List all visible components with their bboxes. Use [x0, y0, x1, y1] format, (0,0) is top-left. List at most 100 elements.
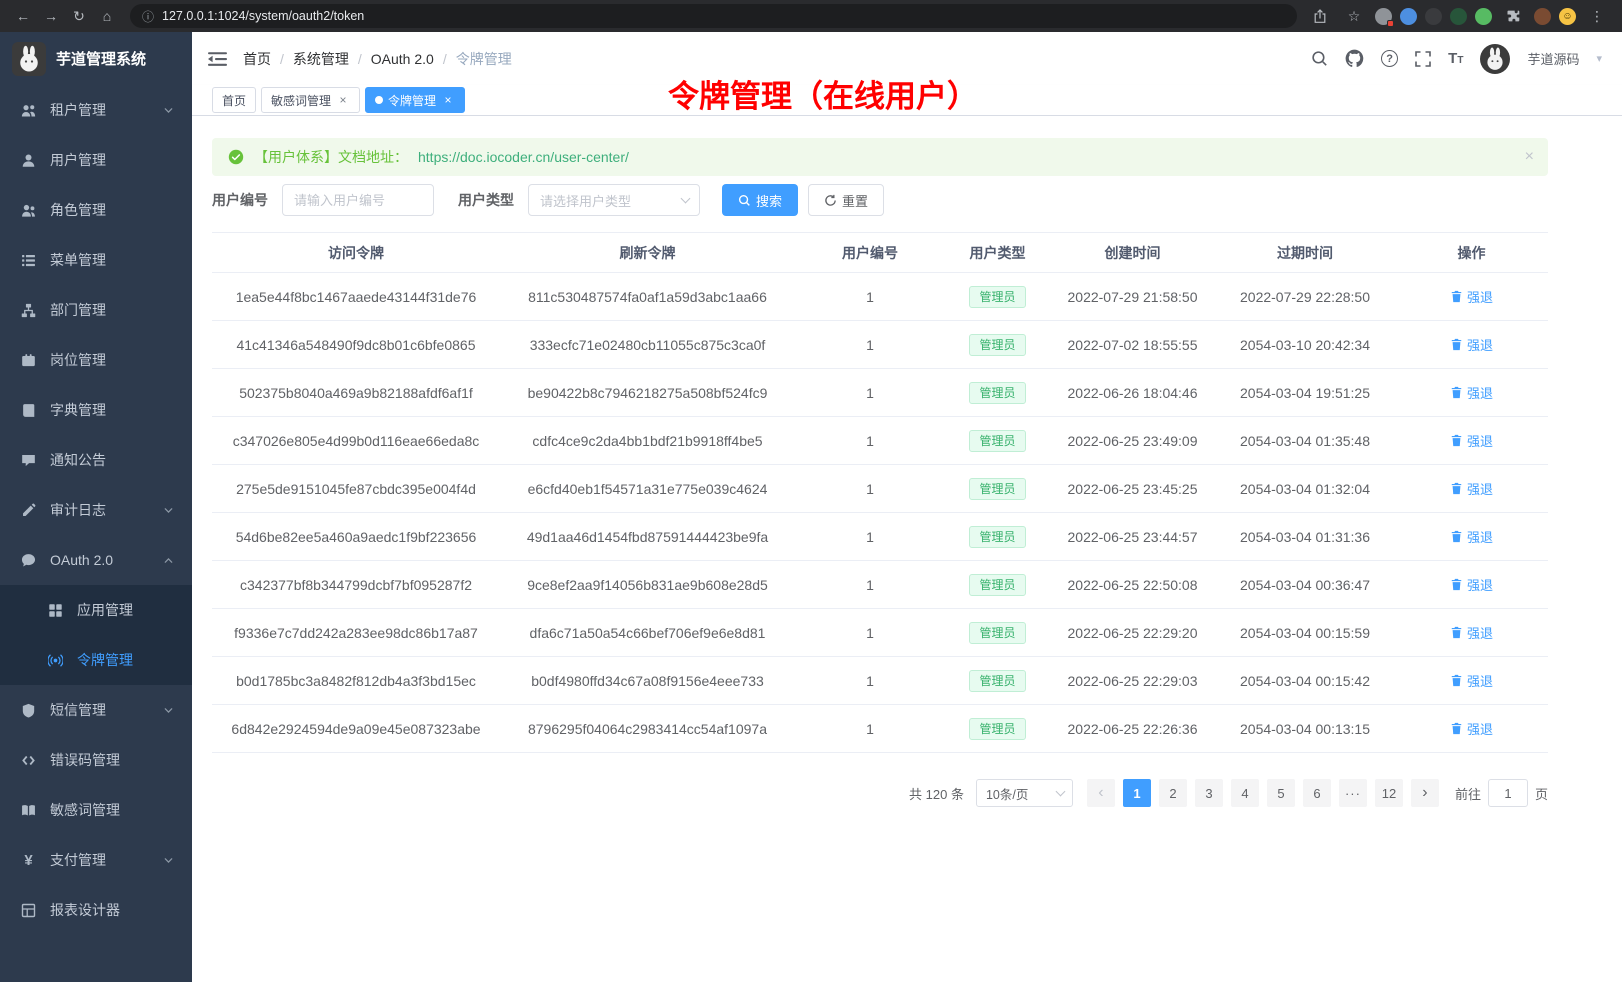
close-alert-icon[interactable]: × [1525, 148, 1534, 166]
browser-url-bar[interactable]: ⓘ 127.0.0.1:1024/system/oauth2/token [130, 4, 1297, 28]
search-icon[interactable] [1311, 50, 1328, 67]
sidebar-item-post[interactable]: 岗位管理 [0, 335, 192, 385]
sidebar-item-user[interactable]: 用户管理 [0, 135, 192, 185]
force-logout-button[interactable]: 强退 [1450, 527, 1493, 546]
sidebar-item-pay[interactable]: ¥ 支付管理 [0, 835, 192, 885]
tab-home[interactable]: 首页 [212, 87, 256, 113]
force-logout-button[interactable]: 强退 [1450, 575, 1493, 594]
browser-menu-icon[interactable]: ⋮ [1584, 4, 1610, 28]
chevron-down-icon[interactable]: ▾ [1596, 52, 1602, 65]
force-logout-button[interactable]: 强退 [1450, 719, 1493, 738]
help-icon[interactable]: ? [1381, 50, 1398, 67]
pay-icon: ¥ [20, 852, 37, 869]
extension-icon[interactable] [1400, 8, 1417, 25]
breadcrumb-home[interactable]: 首页 [243, 49, 271, 69]
extension-icon[interactable] [1450, 8, 1467, 25]
fullscreen-icon[interactable] [1415, 51, 1431, 67]
user-type-badge: 管理员 [969, 622, 1025, 644]
extension-icon[interactable] [1425, 8, 1442, 25]
page-button-12[interactable]: 12 [1375, 779, 1403, 807]
goto-page-input[interactable] [1488, 779, 1528, 807]
breadcrumb-current: 令牌管理 [456, 49, 512, 69]
user-avatar[interactable] [1480, 44, 1510, 74]
sidebar-item-notice[interactable]: 通知公告 [0, 435, 192, 485]
force-logout-button[interactable]: 强退 [1450, 335, 1493, 354]
sidebar-item-label: 租户管理 [50, 100, 163, 120]
page-button-3[interactable]: 3 [1195, 779, 1223, 807]
extension-icon[interactable] [1534, 8, 1551, 25]
cell-user-type: 管理员 [945, 705, 1050, 753]
browser-profile-avatar[interactable]: ☺ [1559, 8, 1576, 25]
force-logout-button[interactable]: 强退 [1450, 431, 1493, 450]
browser-forward-icon[interactable]: → [38, 4, 64, 28]
font-size-icon[interactable]: TT [1448, 51, 1463, 66]
cell-created-time: 2022-07-29 21:58:50 [1050, 273, 1215, 321]
sidebar-item-report-designer[interactable]: 报表设计器 [0, 885, 192, 935]
force-logout-button[interactable]: 强退 [1450, 479, 1493, 498]
page-ellipsis[interactable]: ··· [1339, 779, 1367, 807]
share-icon[interactable] [1307, 4, 1333, 28]
force-logout-button[interactable]: 强退 [1450, 623, 1493, 642]
sidebar-item-oauth2[interactable]: OAuth 2.0 [0, 535, 192, 585]
browser-back-icon[interactable]: ← [10, 4, 36, 28]
tab-label: 首页 [222, 92, 246, 109]
cell-refresh-token: b0df4980ffd34c67a08f9156e4eee733 [500, 657, 795, 705]
page-button-5[interactable]: 5 [1267, 779, 1295, 807]
page-button-2[interactable]: 2 [1159, 779, 1187, 807]
extensions-puzzle-icon[interactable] [1500, 4, 1526, 28]
breadcrumb-separator: / [358, 51, 362, 67]
sidebar-item-oauth2-app[interactable]: 应用管理 [0, 585, 192, 635]
app-icon [47, 603, 64, 618]
sidebar-item-menu[interactable]: 菜单管理 [0, 235, 192, 285]
sidebar-item-audit-log[interactable]: 审计日志 [0, 485, 192, 535]
site-info-icon[interactable]: ⓘ [142, 8, 154, 25]
browser-chrome: ← → ↻ ⌂ ⓘ 127.0.0.1:1024/system/oauth2/t… [0, 0, 1622, 32]
sidebar-item-sms[interactable]: 短信管理 [0, 685, 192, 735]
browser-home-icon[interactable]: ⌂ [94, 4, 120, 28]
cell-user-id: 1 [795, 369, 945, 417]
breadcrumb-oauth[interactable]: OAuth 2.0 [371, 51, 434, 67]
force-logout-button[interactable]: 强退 [1450, 671, 1493, 690]
close-tab-icon[interactable]: × [336, 93, 350, 107]
logo-avatar [12, 42, 46, 76]
reset-button[interactable]: 重置 [808, 184, 884, 216]
user-type-select[interactable]: 请选择用户类型 [528, 184, 700, 216]
table-row: 1ea5e44f8bc1467aaede43144f31de76811c5304… [212, 273, 1548, 321]
prev-page-button[interactable]: ‹ [1087, 779, 1115, 807]
browser-reload-icon[interactable]: ↻ [66, 4, 92, 28]
sidebar-item-dict[interactable]: 字典管理 [0, 385, 192, 435]
close-tab-icon[interactable]: × [441, 93, 455, 107]
sidebar-item-role[interactable]: 角色管理 [0, 185, 192, 235]
doc-link[interactable]: https://doc.iocoder.cn/user-center/ [418, 149, 629, 165]
github-icon[interactable] [1345, 49, 1364, 68]
bookmark-star-icon[interactable]: ☆ [1341, 4, 1367, 28]
cell-user-type: 管理员 [945, 369, 1050, 417]
sidebar-item-error-code[interactable]: 错误码管理 [0, 735, 192, 785]
username[interactable]: 芋道源码 [1527, 49, 1579, 68]
sidebar-item-sensitive-word[interactable]: 敏感词管理 [0, 785, 192, 835]
tab-token-management[interactable]: 令牌管理 × [365, 87, 465, 113]
app-logo[interactable]: 芋道管理系统 [0, 32, 192, 85]
page-button-1[interactable]: 1 [1123, 779, 1151, 807]
search-button[interactable]: 搜索 [722, 184, 798, 216]
force-logout-button[interactable]: 强退 [1450, 383, 1493, 402]
hamburger-icon[interactable] [208, 51, 227, 67]
sidebar-item-oauth2-token[interactable]: 令牌管理 [0, 635, 192, 685]
extension-icon[interactable] [1375, 8, 1392, 25]
next-page-button[interactable]: › [1411, 779, 1439, 807]
tab-sensitive-words[interactable]: 敏感词管理 × [261, 87, 360, 113]
sidebar-item-label: 支付管理 [50, 850, 163, 870]
cell-actions: 强退 [1395, 465, 1548, 513]
user-id-input[interactable] [282, 184, 434, 216]
user-id-label: 用户编号 [212, 190, 268, 210]
page-size-select[interactable]: 10条/页 [976, 779, 1073, 807]
page-button-6[interactable]: 6 [1303, 779, 1331, 807]
extension-icon[interactable] [1475, 8, 1492, 25]
cell-created-time: 2022-06-25 23:45:25 [1050, 465, 1215, 513]
force-logout-button[interactable]: 强退 [1450, 287, 1493, 306]
sidebar-item-dept[interactable]: 部门管理 [0, 285, 192, 335]
breadcrumb-system[interactable]: 系统管理 [293, 49, 349, 69]
page-button-4[interactable]: 4 [1231, 779, 1259, 807]
force-logout-label: 强退 [1467, 527, 1493, 546]
sidebar-item-tenant[interactable]: 租户管理 [0, 85, 192, 135]
